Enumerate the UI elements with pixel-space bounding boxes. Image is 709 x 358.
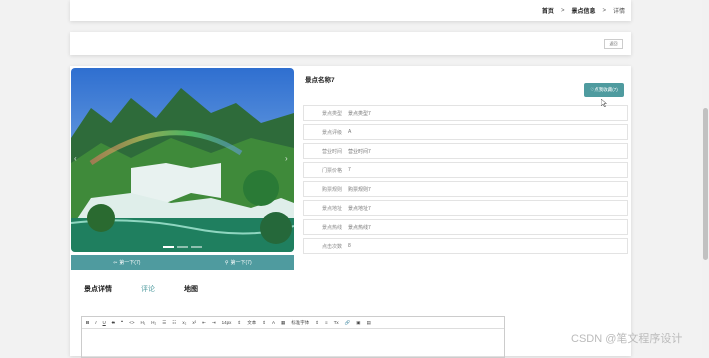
bold-button[interactable]: B: [86, 320, 89, 325]
info-label: 景点评级: [321, 129, 342, 136]
info-row: 景点地址 景点地址7: [303, 200, 628, 216]
comment-editor[interactable]: B I U S ❝ <> H₁ H₂ ☰ ☷ x₂ x² ⇤ ⇥ 14px ⇕ …: [81, 316, 505, 358]
breadcrumb-card: 首页 > 景点信息 > 详情: [70, 0, 631, 21]
underline-button[interactable]: U: [103, 320, 106, 325]
favorite-label: 点我收藏(7): [594, 87, 618, 92]
scrollbar-thumb[interactable]: [703, 108, 708, 260]
info-value: A: [348, 129, 352, 135]
info-label: 景点类型: [321, 110, 342, 117]
info-label: 购票规则: [321, 186, 342, 193]
editor-toolbar: B I U S ❝ <> H₁ H₂ ☰ ☷ x₂ x² ⇤ ⇥ 14px ⇕ …: [82, 317, 504, 329]
select-arrow-icon: ⇕: [262, 319, 266, 325]
next-button[interactable]: ⚲ 第一下(7): [183, 255, 295, 270]
carousel-dot[interactable]: [177, 246, 188, 248]
clear-format-icon[interactable]: Tx: [334, 320, 339, 325]
info-value: 8: [348, 243, 351, 249]
arrow-left-icon: ⇦: [113, 259, 118, 266]
tab-map[interactable]: 地图: [184, 284, 198, 294]
info-row: 门票价格 7: [303, 162, 628, 178]
watermark: CSDN @笔文程序设计: [571, 333, 683, 345]
info-label: 点击次数: [321, 243, 342, 250]
bullet-list-icon[interactable]: ☷: [172, 320, 176, 326]
detail-tabs: 景点详情 评论 地图: [84, 284, 227, 294]
info-label: 景点热线: [321, 224, 342, 231]
strikethrough-button[interactable]: S: [112, 320, 115, 325]
info-row: 景点评级 A: [303, 124, 628, 140]
link-icon[interactable]: 🔗: [345, 320, 351, 326]
select-arrow-icon: ⇕: [315, 319, 320, 325]
select-arrow-icon: ⇕: [237, 319, 242, 325]
info-label: 景点地址: [321, 205, 342, 212]
info-value: 购票规则7: [348, 186, 371, 193]
video-icon[interactable]: ▤: [367, 320, 371, 326]
info-value: 景点地址7: [348, 205, 371, 212]
info-value: 景点热线7: [348, 224, 371, 231]
info-row: 点击次数 8: [303, 238, 628, 254]
info-row: 景点类型 景点类型7: [303, 105, 628, 121]
back-button[interactable]: 返回: [604, 39, 623, 49]
breadcrumb-separator: >: [602, 7, 606, 14]
breadcrumb: 首页 > 景点信息 > 详情: [542, 6, 625, 16]
info-label: 营业时间: [321, 148, 342, 155]
breadcrumb-home[interactable]: 首页: [542, 6, 554, 15]
ordered-list-icon[interactable]: ☰: [162, 320, 166, 326]
spot-photo-carousel[interactable]: ‹ ›: [71, 68, 294, 252]
heading2-button[interactable]: H₂: [151, 320, 156, 325]
carousel-dot[interactable]: [163, 246, 174, 248]
font-family-select[interactable]: 标准字体: [291, 320, 309, 326]
page-scrollbar[interactable]: [702, 0, 709, 350]
italic-button[interactable]: I: [95, 320, 96, 325]
info-label: 门票价格: [321, 167, 342, 174]
background-color-icon[interactable]: ▦: [281, 320, 285, 326]
indent-icon[interactable]: ⇥: [212, 320, 216, 326]
mouse-cursor-icon: [601, 99, 607, 107]
code-icon[interactable]: <>: [129, 320, 134, 325]
carousel-next-arrow[interactable]: ›: [285, 154, 291, 164]
breadcrumb-current: 详情: [612, 9, 625, 15]
info-row: 景点热线 景点热线7: [303, 219, 628, 235]
info-value: 景点类型7: [348, 110, 371, 117]
text-color-icon[interactable]: A: [272, 320, 275, 325]
info-value: 营业时间7: [348, 148, 371, 155]
carousel-indicators: [163, 246, 202, 248]
breadcrumb-section[interactable]: 景点信息: [571, 6, 595, 15]
font-size-select[interactable]: 14px: [222, 320, 232, 325]
carousel-prev-arrow[interactable]: ‹: [74, 154, 80, 164]
align-icon[interactable]: ≡: [325, 320, 328, 325]
subscript-button[interactable]: x₂: [182, 320, 186, 325]
blockquote-icon[interactable]: ❝: [121, 320, 123, 326]
tab-comments[interactable]: 评论: [141, 284, 155, 294]
detail-card: ‹ › ⇦ 第一下(7) ⚲ 第一下(7) 景点名称7 ♡ 点我收藏(7) 景点…: [70, 66, 631, 358]
superscript-button[interactable]: x²: [192, 320, 196, 325]
breadcrumb-separator: >: [560, 7, 565, 14]
next-label: 第一下(7): [230, 260, 252, 266]
info-value: 7: [348, 167, 351, 173]
prev-button[interactable]: ⇦ 第一下(7): [71, 255, 183, 270]
tab-spot-details[interactable]: 景点详情: [84, 284, 112, 294]
carousel-dot[interactable]: [191, 246, 202, 248]
waterfall-photo: [71, 68, 294, 252]
action-bar: 返回: [70, 32, 631, 55]
favorite-button[interactable]: ♡ 点我收藏(7): [584, 83, 624, 97]
spot-title: 景点名称7: [305, 77, 335, 84]
prev-next-bar: ⇦ 第一下(7) ⚲ 第一下(7): [71, 255, 294, 270]
info-row: 营业时间 营业时间7: [303, 143, 628, 159]
info-row: 购票规则 购票规则7: [303, 181, 628, 197]
prev-label: 第一下(7): [119, 260, 141, 266]
text-style-select[interactable]: 文本: [247, 320, 256, 326]
outdent-icon[interactable]: ⇤: [202, 320, 206, 326]
location-icon: ⚲: [224, 259, 229, 266]
heading1-button[interactable]: H₁: [140, 320, 145, 325]
image-icon[interactable]: ▣: [356, 320, 360, 326]
